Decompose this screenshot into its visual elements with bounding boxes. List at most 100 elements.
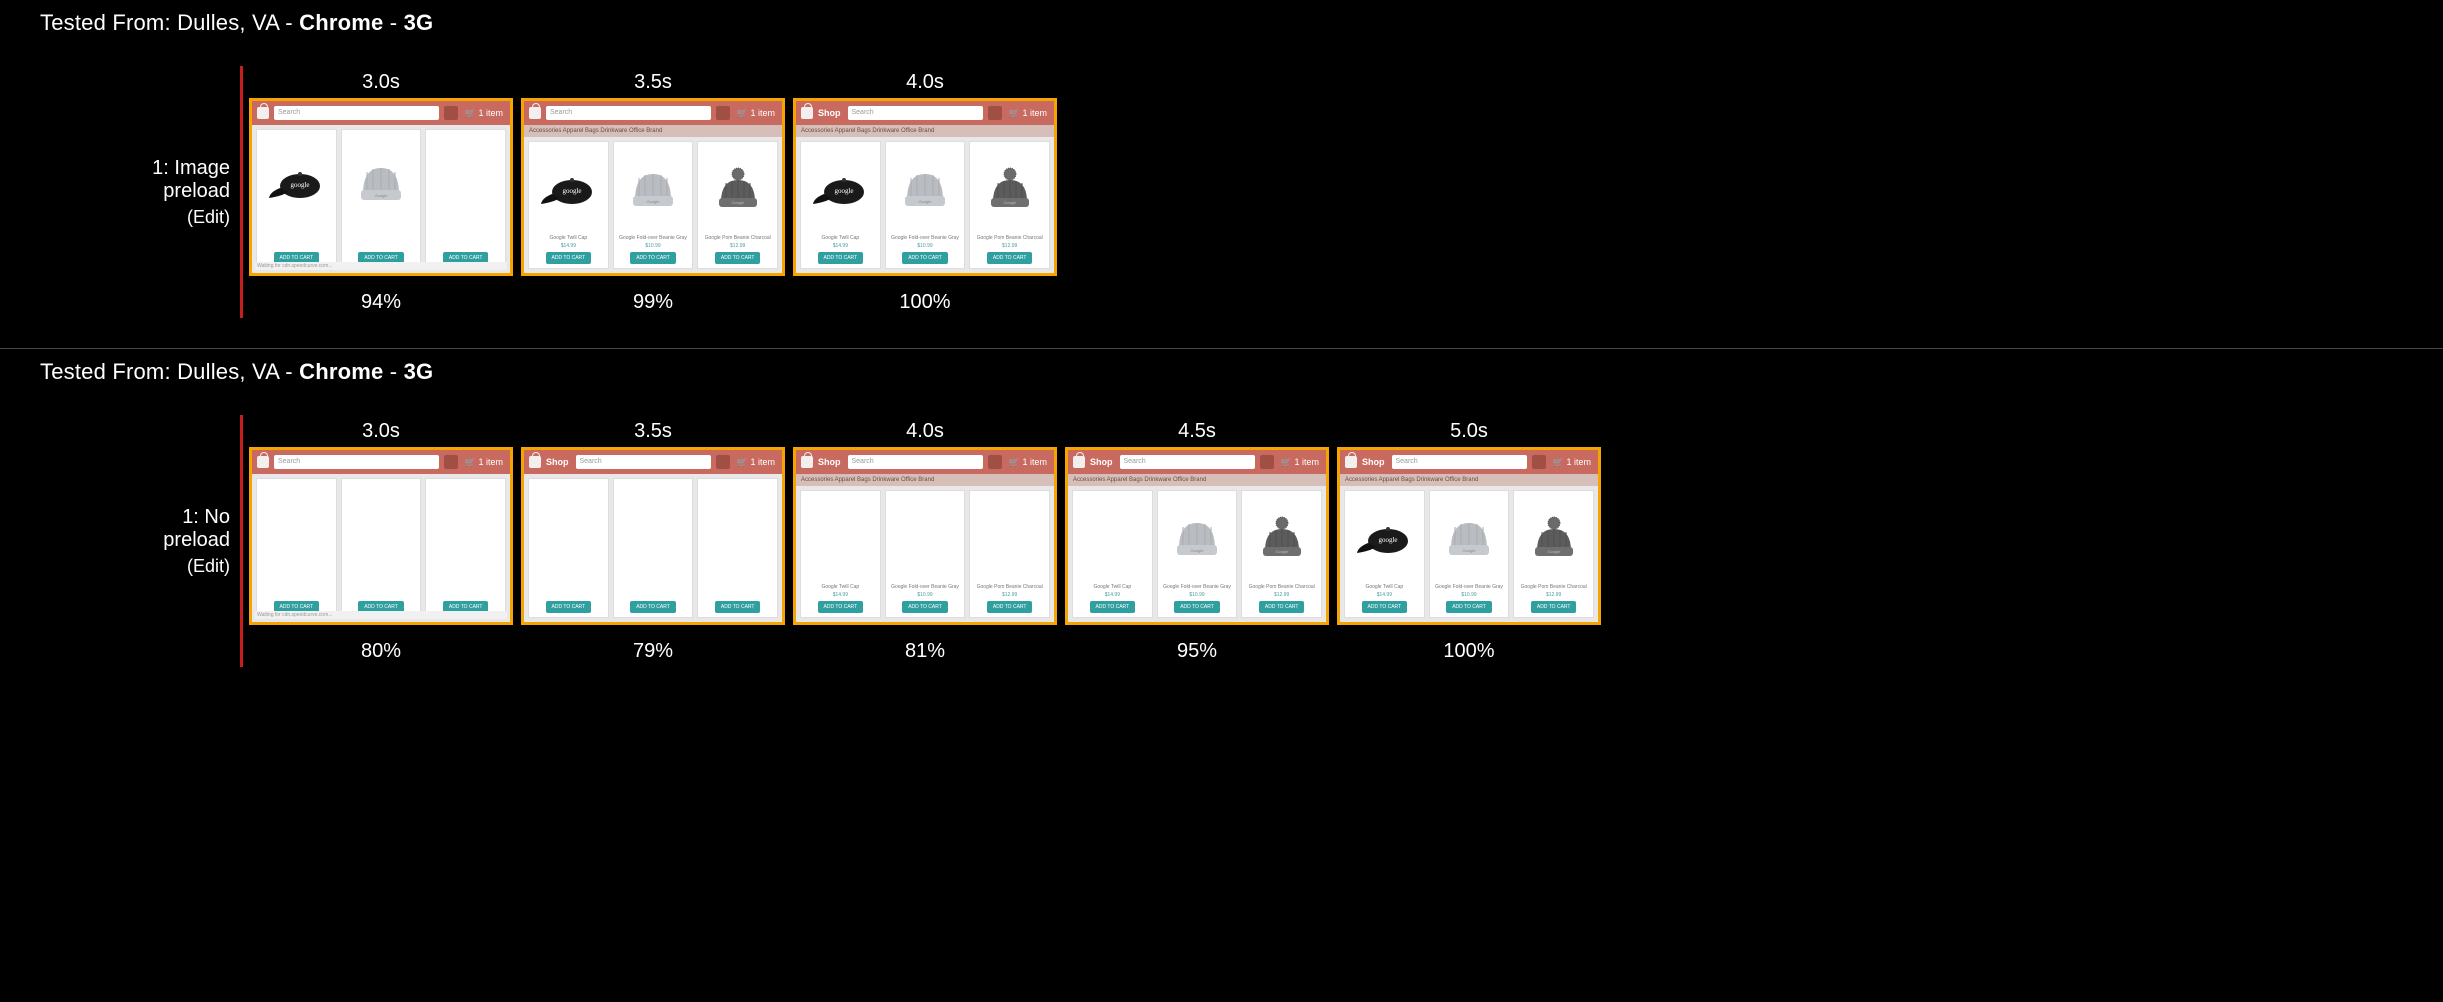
search-input[interactable]: Search — [546, 106, 711, 120]
add-to-cart-button[interactable]: ADD TO CART — [1259, 601, 1305, 613]
product-image — [1244, 495, 1319, 581]
product-grid: Google Twill Cap $14.99 ADD TO CART Goog… — [524, 137, 782, 273]
cart-indicator[interactable]: 🛒 1 item — [1279, 457, 1321, 468]
search-button-icon[interactable] — [1532, 455, 1546, 469]
add-to-cart-button[interactable]: ADD TO CART — [1174, 601, 1220, 613]
filmstrip-row: 1: Image preload (Edit) 3.0s Search 🛒 1 … — [140, 66, 2443, 318]
product-name: Google Twill Cap — [549, 234, 587, 242]
product-image — [1075, 495, 1150, 581]
filmstrip-frame: Search 🛒 1 item Google Twill Cap $14.99 … — [249, 447, 513, 625]
shop-topbar: Shop Search 🛒 1 item — [1340, 450, 1598, 474]
percent-label: 95% — [1177, 635, 1217, 667]
cart-indicator[interactable]: 🛒 1 item — [1007, 457, 1049, 468]
product-price: $10.99 — [1189, 591, 1204, 599]
search-input[interactable]: Search — [1392, 455, 1527, 469]
cart-indicator[interactable]: 🛒 1 item — [1007, 108, 1049, 119]
product-name: Google Fold-over Beanie Gray — [619, 234, 687, 242]
add-to-cart-button[interactable]: ADD TO CART — [546, 601, 592, 613]
add-to-cart-button[interactable]: ADD TO CART — [1090, 601, 1136, 613]
search-input[interactable]: Search — [1120, 455, 1255, 469]
product-card: Google Twill Cap $14.99 ADD TO CART — [528, 141, 609, 269]
tested-from-prefix: Tested From: — [40, 10, 177, 35]
product-price: $14.99 — [1377, 591, 1392, 599]
search-input[interactable]: Search — [576, 455, 711, 469]
product-name: Google Pom Beanie Charcoal — [1521, 583, 1587, 591]
add-to-cart-button[interactable]: ADD TO CART — [818, 252, 864, 264]
cart-indicator[interactable]: 🛒 1 item — [463, 108, 505, 119]
percent-label: 100% — [899, 286, 950, 318]
add-to-cart-button[interactable]: ADD TO CART — [987, 601, 1033, 613]
filmstrip-frame: Search 🛒 1 item Google Twill Cap $14.99 … — [249, 98, 513, 276]
search-button-icon[interactable] — [1260, 455, 1274, 469]
product-price: $12.99 — [1546, 591, 1561, 599]
time-label: 4.0s — [906, 66, 944, 98]
edit-link[interactable]: (Edit) — [187, 207, 230, 228]
add-to-cart-button[interactable]: ADD TO CART — [715, 601, 761, 613]
product-image — [803, 495, 878, 581]
search-input[interactable]: Search — [848, 455, 983, 469]
search-button-icon[interactable] — [444, 455, 458, 469]
search-button-icon[interactable] — [988, 106, 1002, 120]
percent-label: 80% — [361, 635, 401, 667]
tested-from-header: Tested From: Dulles, VA - Chrome - 3G — [40, 10, 2443, 36]
cart-indicator[interactable]: 🛒 1 item — [735, 108, 777, 119]
search-button-icon[interactable] — [716, 106, 730, 120]
product-image — [803, 146, 878, 232]
add-to-cart-button[interactable]: ADD TO CART — [546, 252, 592, 264]
shop-topbar: Search 🛒 1 item — [524, 101, 782, 125]
shop-nav: Accessories Apparel Bags Drinkware Offic… — [1068, 474, 1326, 486]
product-card: Google Pom Beanie Charcoal $12.99 ADD TO… — [1513, 490, 1594, 618]
add-to-cart-button[interactable]: ADD TO CART — [1446, 601, 1492, 613]
product-card: Google Pom Beanie Charcoal $12.99 ADD TO… — [969, 490, 1050, 618]
product-image — [700, 483, 775, 581]
shop-brand: Shop — [1362, 457, 1385, 467]
product-card: Google Pom Beanie Charcoal $12.99 ADD TO… — [697, 141, 778, 269]
product-card: Google Twill Cap $14.99 ADD TO CART — [800, 141, 881, 269]
product-name: Google Twill Cap — [1365, 583, 1403, 591]
add-to-cart-button[interactable]: ADD TO CART — [630, 252, 676, 264]
product-price: $10.99 — [917, 242, 932, 250]
percent-label: 81% — [905, 635, 945, 667]
add-to-cart-button[interactable]: ADD TO CART — [902, 252, 948, 264]
search-button-icon[interactable] — [716, 455, 730, 469]
product-price: $14.99 — [1105, 591, 1120, 599]
add-to-cart-button[interactable]: ADD TO CART — [987, 252, 1033, 264]
search-input[interactable]: Search — [274, 106, 439, 120]
add-to-cart-button[interactable]: ADD TO CART — [1531, 601, 1577, 613]
row-label: 1: Image preload (Edit) — [140, 66, 238, 318]
shop-nav: Accessories Apparel Bags Drinkware Offic… — [796, 474, 1054, 486]
search-button-icon[interactable] — [444, 106, 458, 120]
filmstrip-frame: Shop Search 🛒 1 item Accessories Apparel… — [1065, 447, 1329, 625]
product-image — [428, 134, 503, 232]
product-price: $10.99 — [917, 591, 932, 599]
product-grid: Google Twill Cap $14.99 ADD TO CART Goog… — [1340, 486, 1598, 622]
bag-icon — [1345, 456, 1357, 468]
product-card: Google Fold-over Beanie Gray $10.99 ADD … — [613, 141, 694, 269]
add-to-cart-button[interactable]: ADD TO CART — [818, 601, 864, 613]
frame-slot: 3.0s Search 🛒 1 item Google Twill Cap $1… — [249, 415, 513, 667]
search-input[interactable]: Search — [274, 455, 439, 469]
add-to-cart-button[interactable]: ADD TO CART — [1362, 601, 1408, 613]
add-to-cart-button[interactable]: ADD TO CART — [902, 601, 948, 613]
test-section: Tested From: Dulles, VA - Chrome - 3G 1:… — [0, 348, 2443, 697]
search-input[interactable]: Search — [848, 106, 983, 120]
product-card: Google Fold-over Beanie Gray $10.99 ADD … — [341, 129, 422, 269]
add-to-cart-button[interactable]: ADD TO CART — [630, 601, 676, 613]
search-button-icon[interactable] — [988, 455, 1002, 469]
cart-indicator[interactable]: 🛒 1 item — [463, 457, 505, 468]
tested-from-network: 3G — [404, 10, 434, 35]
product-price: $14.99 — [561, 242, 576, 250]
product-grid: Google Twill Cap $14.99 ADD TO CART Goog… — [524, 474, 782, 622]
edit-link[interactable]: (Edit) — [187, 556, 230, 577]
shop-brand: Shop — [818, 457, 841, 467]
shop-brand: Shop — [546, 457, 569, 467]
cart-indicator[interactable]: 🛒 1 item — [735, 457, 777, 468]
product-image — [616, 483, 691, 581]
tested-from-location: Dulles, VA — [177, 10, 279, 35]
product-name: Google Pom Beanie Charcoal — [1249, 583, 1315, 591]
product-card: Google Fold-over Beanie Gray $10.99 ADD … — [341, 478, 422, 618]
status-footer: Waiting for cdn.speedcurve.com... — [255, 262, 507, 270]
add-to-cart-button[interactable]: ADD TO CART — [715, 252, 761, 264]
frame-slot: 4.5s Shop Search 🛒 1 item Accessories Ap… — [1065, 415, 1329, 667]
cart-indicator[interactable]: 🛒 1 item — [1551, 457, 1593, 468]
